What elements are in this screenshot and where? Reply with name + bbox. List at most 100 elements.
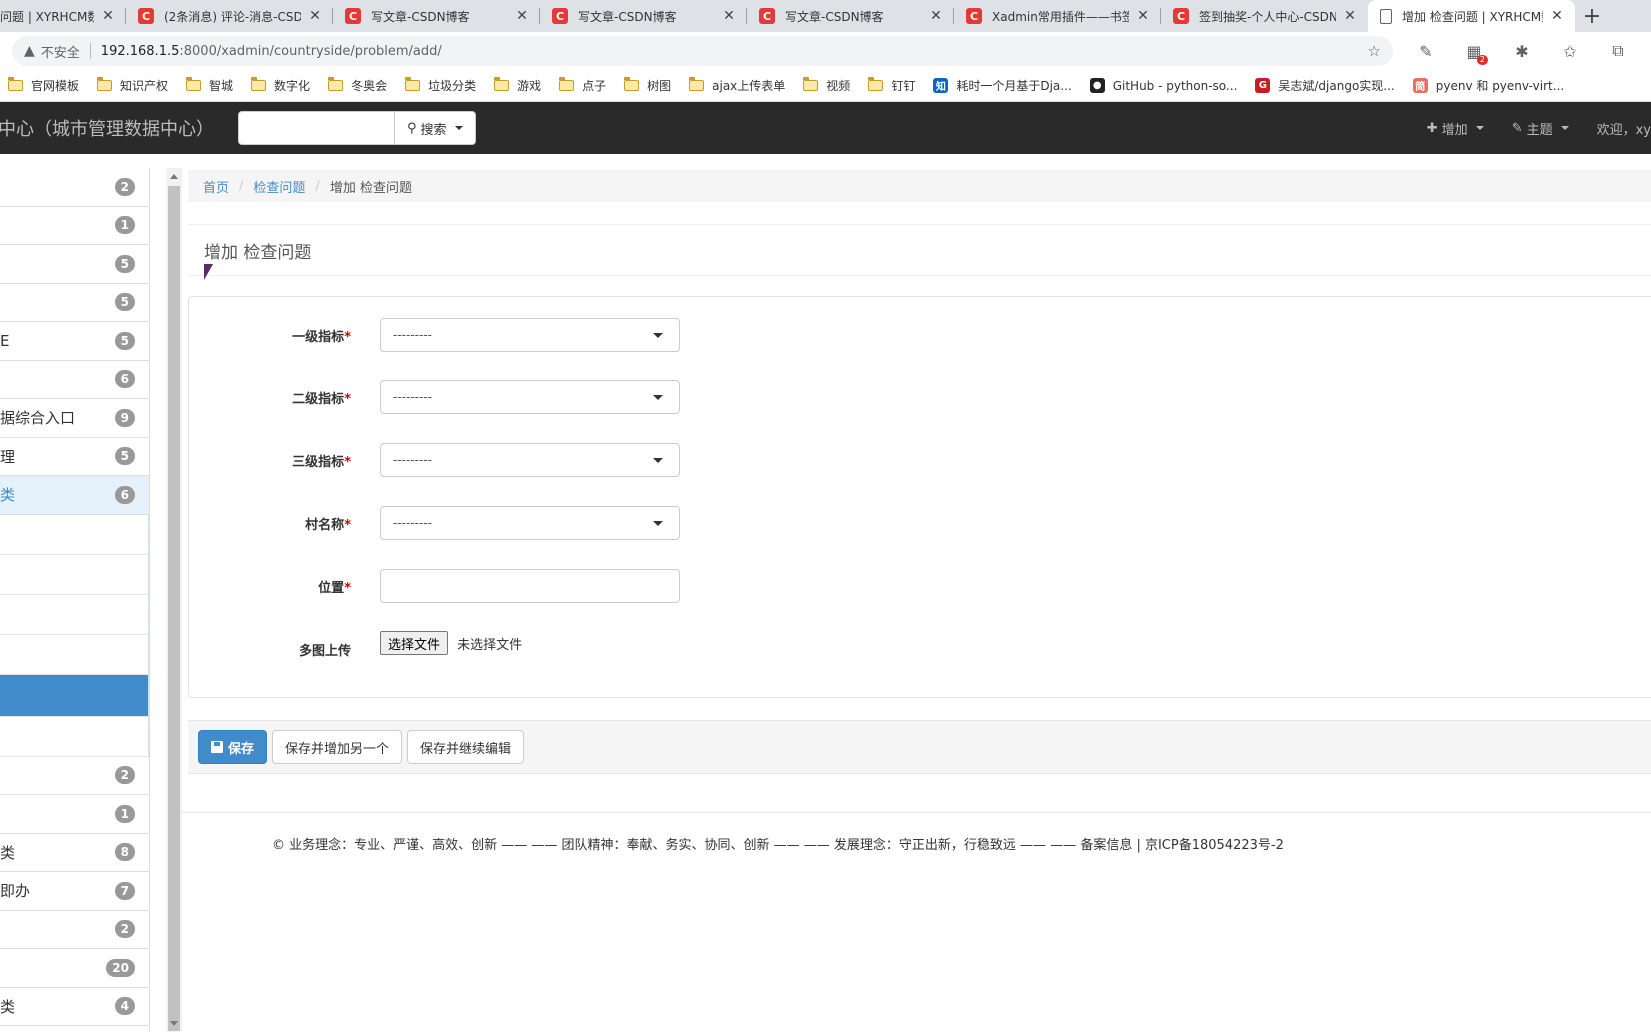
bookmark-item[interactable]: 官网模板 [7, 77, 79, 94]
tab-close-icon[interactable]: ✕ [721, 8, 737, 24]
sidebar-item[interactable]: 6 [0, 360, 149, 399]
location-input[interactable] [380, 569, 680, 603]
sidebar-item[interactable]: 2 [0, 168, 149, 207]
tab-close-icon[interactable]: ✕ [514, 8, 530, 24]
browser-tab[interactable]: 问题 | XYRHCM数 ✕ [0, 0, 126, 32]
sidebar-subitem[interactable] [0, 594, 149, 635]
divider [89, 43, 91, 59]
folder-icon [688, 77, 705, 91]
sidebar-item[interactable]: 20 [0, 949, 149, 988]
tab-close-icon[interactable]: ✕ [1135, 8, 1151, 24]
level2-select[interactable]: --------- [380, 380, 680, 414]
warning-icon[interactable]: ▲ [24, 43, 35, 59]
bookmark-label: 树图 [647, 79, 672, 93]
sidebar-item[interactable]: 类6 [0, 476, 149, 515]
sidebar-subitem[interactable] [0, 514, 149, 555]
brush-extension-icon[interactable]: ✎ [1411, 36, 1441, 66]
browser-tab-active[interactable]: 增加 检查问题 | XYRHCM数 ✕ [1368, 0, 1575, 32]
bookmark-item[interactable]: 冬奥会 [327, 77, 387, 94]
search-input[interactable] [238, 111, 395, 145]
favorites-icon[interactable]: ✩ [1555, 36, 1585, 66]
sidebar-subitem[interactable] [0, 634, 149, 675]
browser-tab[interactable]: C (2条消息) 评论-消息-CSDN ✕ [126, 0, 333, 32]
bookmark-item[interactable]: 简 pyenv 和 pyenv-virt... [1412, 77, 1564, 94]
browser-tab[interactable]: C 签到抽奖-个人中心-CSDN ✕ [1161, 0, 1368, 32]
level1-select[interactable]: --------- [380, 318, 680, 352]
sidebar-item[interactable]: 2 [0, 910, 149, 949]
sidebar-item[interactable]: E5 [0, 322, 149, 361]
csdn-icon: C [345, 8, 361, 24]
bookmark-item[interactable]: G 吴志斌/django实现... [1255, 77, 1395, 94]
user-menu[interactable]: 欢迎，xy [1597, 119, 1651, 138]
bookmark-item[interactable]: ● GitHub - python-so... [1089, 78, 1237, 93]
required-mark: * [344, 517, 351, 533]
security-label[interactable]: 不安全 [41, 42, 80, 61]
bookmark-item[interactable]: 知识产权 [96, 77, 169, 94]
level3-select[interactable]: --------- [380, 443, 680, 477]
bookmark-item[interactable]: 垃圾分类 [404, 77, 476, 94]
scrollbar-thumb[interactable] [168, 186, 180, 1031]
browser-tab[interactable]: C 写文章-CSDN博客 ✕ [333, 0, 540, 32]
tab-close-icon[interactable]: ✕ [1549, 8, 1565, 24]
sidebar-subitem[interactable] [0, 554, 149, 595]
save-continue-button[interactable]: 保存并继续编辑 [407, 730, 525, 764]
sidebar-item[interactable]: 即办 7 [0, 872, 149, 911]
bookmark-item[interactable]: 树图 [623, 77, 672, 94]
browser-tab[interactable]: C 写文章-CSDN博客 ✕ [540, 0, 747, 32]
bookmark-item[interactable]: ajax上传表单 [688, 77, 785, 94]
count-badge: 2 [114, 920, 135, 939]
choose-file-button[interactable]: 选择文件 [380, 631, 449, 655]
tab-close-icon[interactable]: ✕ [928, 8, 944, 24]
bookmark-item[interactable]: 钉钉 [867, 77, 915, 94]
sidebar-item[interactable]: 理5 [0, 437, 149, 476]
add-menu[interactable]: ✚ 增加 [1427, 119, 1484, 138]
form-row-location: 位置* [189, 568, 1651, 604]
sidebar-item[interactable]: 1 [0, 206, 149, 245]
count-badge: 2 [114, 766, 135, 785]
breadcrumb-home[interactable]: 首页 [203, 177, 229, 196]
sidebar-item[interactable]: 5 [0, 245, 149, 284]
collections-icon[interactable]: ⧉ [1603, 36, 1633, 66]
search-button[interactable]: ⚲ 搜索 [395, 111, 476, 145]
footer-text: © 业务理念：专业、严谨、高效、创新 —— —— 团队精神：奉献、务实、协同、创… [272, 838, 1284, 853]
scroll-up-icon[interactable] [170, 174, 178, 179]
sidebar-item-label: 类 [0, 486, 16, 505]
browser-tab[interactable]: C 写文章-CSDN博客 ✕ [747, 0, 954, 32]
bookmark-item[interactable]: 数字化 [250, 77, 310, 94]
bookmark-star-icon[interactable]: ☆ [1368, 42, 1381, 60]
new-tab-button[interactable]: + [1575, 0, 1609, 32]
sidebar-scrollbar[interactable] [166, 168, 182, 1032]
extension-icon[interactable]: ▦ 2 [1459, 36, 1489, 66]
bookmark-item[interactable]: 智城 [185, 77, 233, 94]
sidebar-item[interactable]: 1 [0, 795, 149, 834]
breadcrumb: 首页 / 检查问题 / 增加 检查问题 [188, 170, 1651, 202]
csdn-icon: C [138, 8, 154, 24]
bookmark-item[interactable]: 视频 [802, 77, 850, 94]
sidebar-subitem-active[interactable] [0, 674, 149, 717]
bookmark-item[interactable]: 游戏 [493, 77, 541, 94]
chevron-down-icon [1560, 126, 1569, 130]
folder-icon [867, 77, 884, 91]
scroll-down-icon[interactable] [170, 1021, 178, 1026]
sidebar-subitem[interactable] [0, 716, 149, 757]
save-button[interactable]: 保存 [198, 730, 268, 764]
sidebar-item[interactable]: 类4 [0, 987, 149, 1026]
tab-close-icon[interactable]: ✕ [100, 8, 116, 24]
puzzle-icon[interactable]: ✱ [1507, 36, 1537, 66]
bookmark-item[interactable]: 点子 [558, 77, 606, 94]
sidebar-item[interactable]: 类8 [0, 833, 149, 872]
breadcrumb-section[interactable]: 检查问题 [253, 177, 305, 196]
sidebar-item[interactable]: 5 [0, 283, 149, 322]
url-input[interactable]: ▲ 不安全 192.168.1.5 :8000/xadmin/countrysi… [12, 36, 1393, 66]
save-add-another-button[interactable]: 保存并增加另一个 [272, 730, 403, 764]
bookmark-item[interactable]: 知耗时一个月基于Dja... [933, 77, 1072, 94]
sidebar-item[interactable]: 据综合入口 9 [0, 399, 149, 438]
bookmark-label: 知识产权 [120, 79, 169, 93]
browser-tab[interactable]: C Xadmin常用插件——书签 ✕ [954, 0, 1161, 32]
theme-menu[interactable]: ✎ 主题 [1512, 119, 1569, 138]
tab-close-icon[interactable]: ✕ [307, 8, 323, 24]
tab-close-icon[interactable]: ✕ [1342, 8, 1358, 24]
brand-title[interactable]: 中心（城市管理数据中心） [0, 115, 238, 141]
village-select[interactable]: --------- [380, 506, 680, 540]
sidebar-item[interactable]: 2 [0, 756, 149, 795]
